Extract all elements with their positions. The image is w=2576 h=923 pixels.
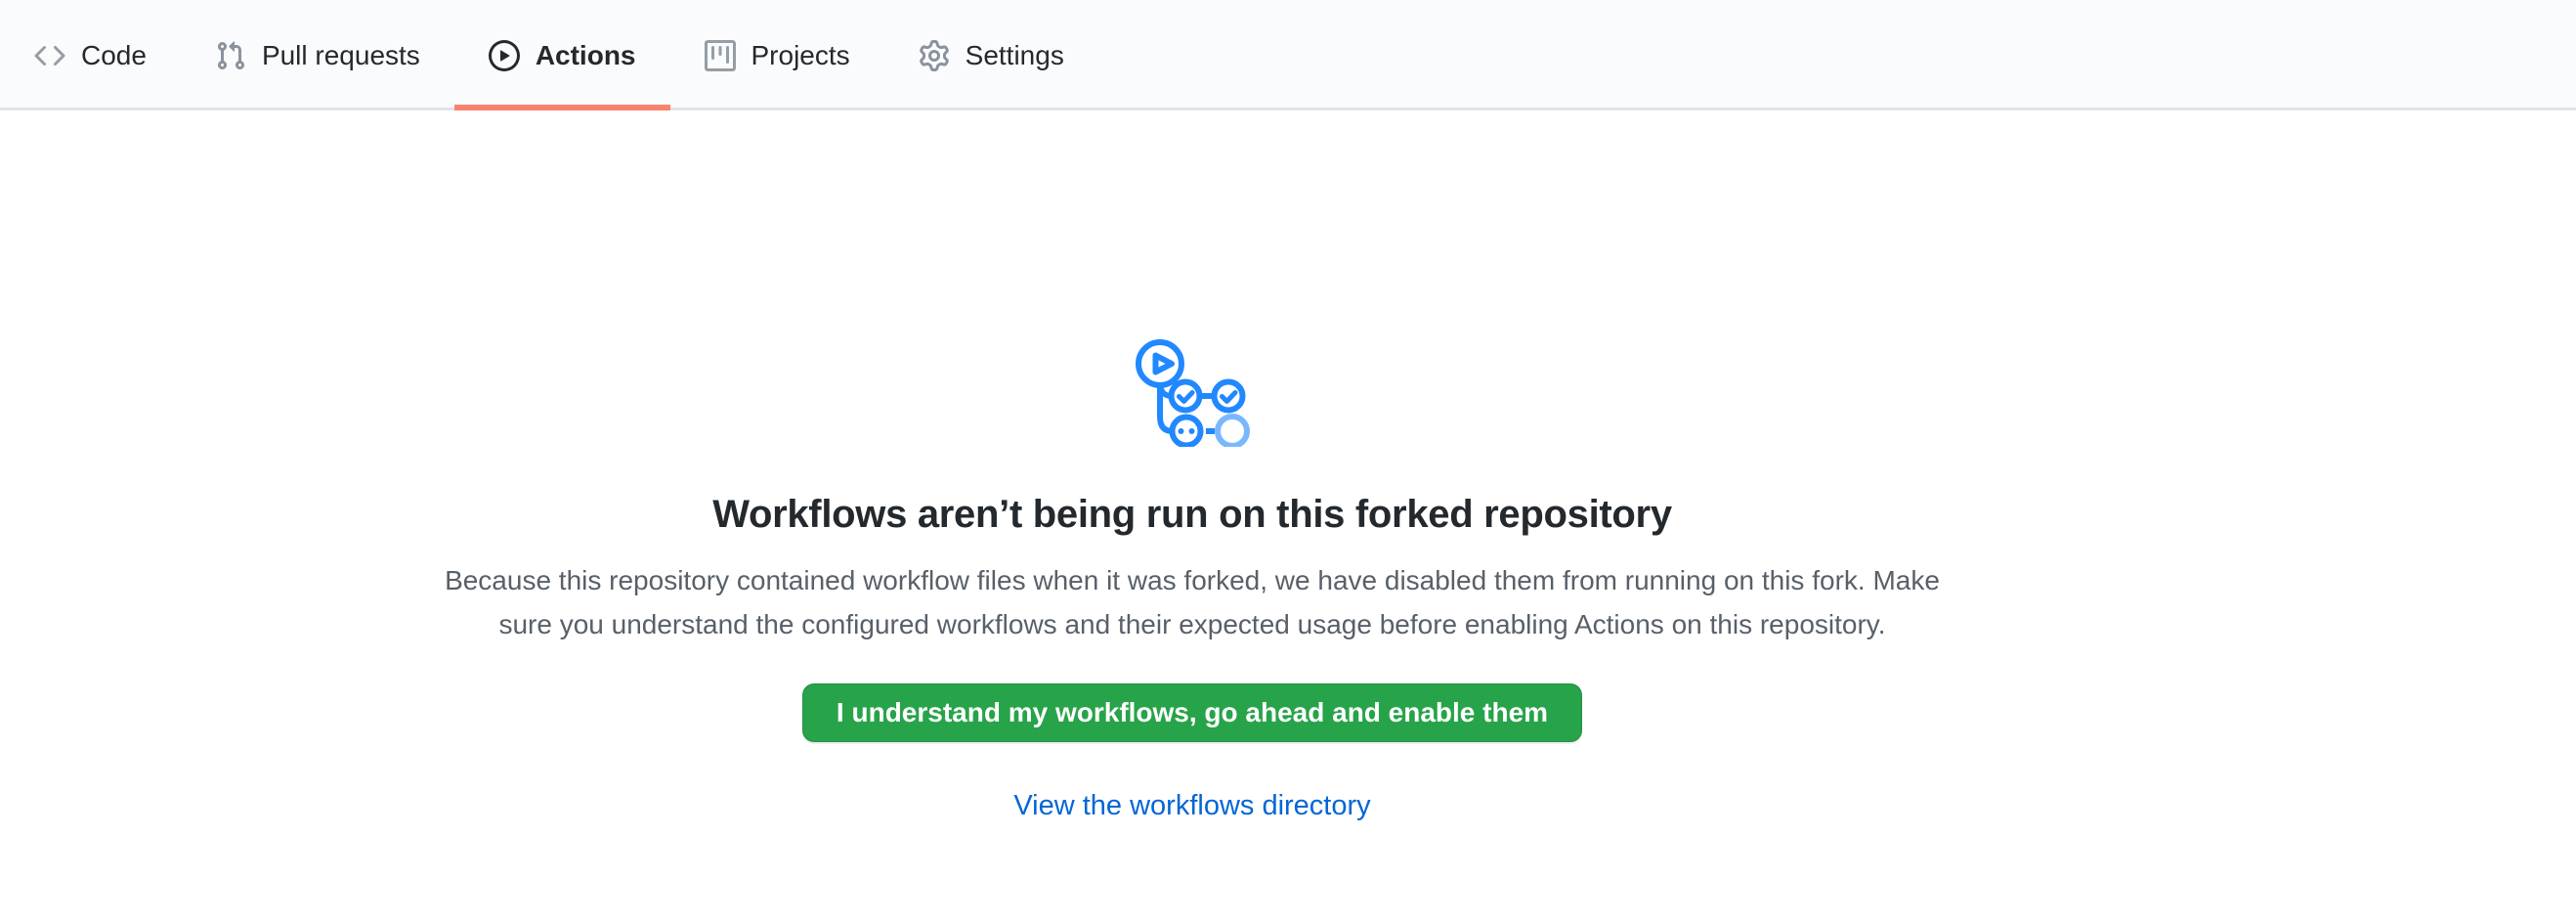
gear-icon [919,40,950,71]
workflow-graph-icon [1134,331,1251,447]
tab-settings[interactable]: Settings [884,0,1098,110]
tab-label: Settings [966,40,1064,71]
workflows-directory-link[interactable]: View the workflows directory [1013,788,1370,823]
blankslate-heading: Workflows aren’t being run on this forke… [712,492,1672,537]
play-icon [489,40,520,71]
blankslate-description-line: sure you understand the configured workf… [445,602,1940,646]
actions-blankslate: Workflows aren’t being run on this forke… [0,110,2384,823]
tab-label: Pull requests [262,40,420,71]
git-pull-request-icon [215,40,246,71]
project-icon [705,40,736,71]
tab-label: Code [81,40,147,71]
blankslate-description: Because this repository contained workfl… [445,558,1940,646]
tab-projects[interactable]: Projects [670,0,884,110]
tab-actions[interactable]: Actions [454,0,670,110]
enable-workflows-button[interactable]: I understand my workflows, go ahead and … [802,683,1582,742]
repo-nav: Code Pull requests Actions Projects Sett… [0,0,2576,110]
tab-code[interactable]: Code [0,0,181,110]
tab-label: Actions [536,40,636,71]
tab-pull-requests[interactable]: Pull requests [181,0,454,110]
blankslate-description-line: Because this repository contained workfl… [445,558,1940,602]
code-icon [34,40,65,71]
tab-label: Projects [751,40,850,71]
